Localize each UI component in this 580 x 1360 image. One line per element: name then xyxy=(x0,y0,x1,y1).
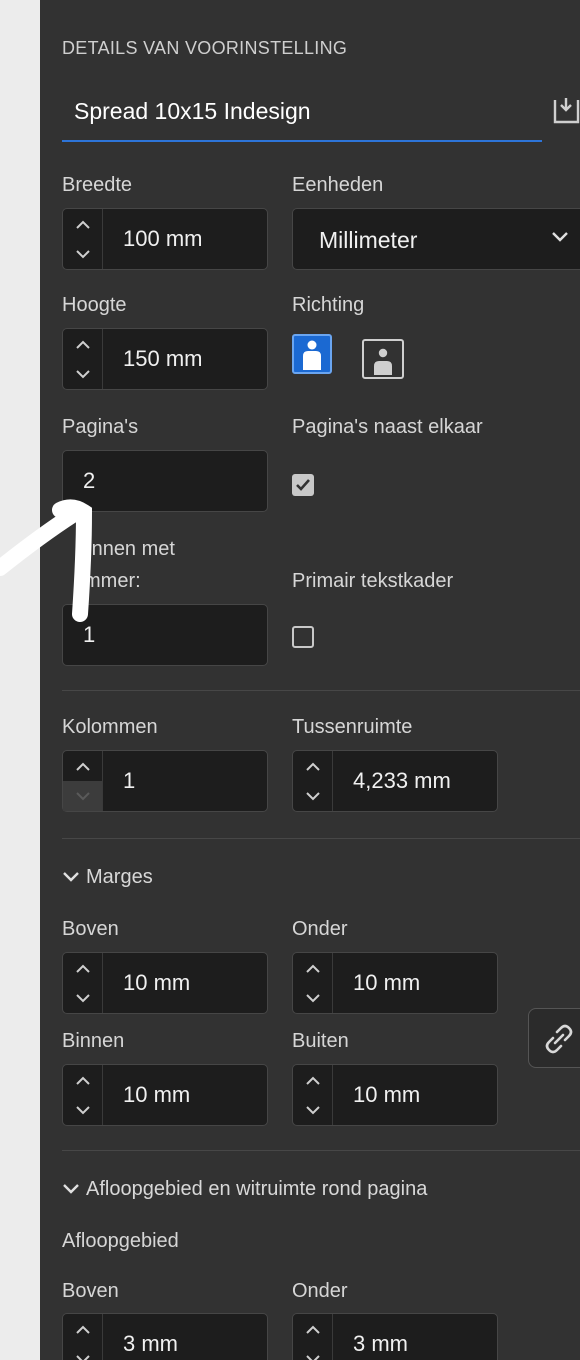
checkmark-icon xyxy=(296,479,310,491)
bleed-label: Afloopgebied xyxy=(62,1230,179,1252)
chevron-up-icon[interactable] xyxy=(63,751,102,781)
chevron-down-icon[interactable] xyxy=(293,781,332,811)
chevron-up-icon[interactable] xyxy=(63,329,102,359)
bleed-top-value: 3 mm xyxy=(123,1331,178,1356)
width-value: 100 mm xyxy=(123,226,203,251)
height-label: Hoogte xyxy=(62,294,127,316)
chevron-down-icon[interactable] xyxy=(63,359,102,389)
chevron-up-icon[interactable] xyxy=(293,1065,332,1095)
margin-top-field[interactable]: 10 mm xyxy=(62,952,268,1014)
bleed-top-label: Boven xyxy=(62,1280,119,1302)
portrait-orientation-button[interactable] xyxy=(292,334,332,374)
height-value: 150 mm xyxy=(123,346,203,371)
margin-bottom-field[interactable]: 10 mm xyxy=(292,952,498,1014)
facing-pages-label: Pagina's naast elkaar xyxy=(292,416,483,438)
margin-inside-field[interactable]: 10 mm xyxy=(62,1064,268,1126)
height-field[interactable]: 150 mm xyxy=(62,328,268,390)
preset-name-input[interactable]: Spread 10x15 Indesign xyxy=(62,78,542,142)
orientation-label: Richting xyxy=(292,294,365,316)
bleed-bottom-field[interactable]: 3 mm xyxy=(292,1313,498,1360)
chevron-up-icon[interactable] xyxy=(293,1314,332,1344)
bleed-bottom-stepper[interactable] xyxy=(293,1314,333,1360)
chevron-down-icon[interactable] xyxy=(63,983,102,1013)
units-value: Millimeter xyxy=(319,227,418,253)
width-field[interactable]: 100 mm xyxy=(62,208,268,270)
margin-top-stepper[interactable] xyxy=(63,953,103,1013)
margins-section-label: Marges xyxy=(86,866,153,888)
gutter-label: Tussenruimte xyxy=(292,716,413,738)
units-label: Eenheden xyxy=(292,174,384,196)
height-stepper[interactable] xyxy=(63,329,103,389)
chevron-up-icon[interactable] xyxy=(293,751,332,781)
facing-pages-checkbox[interactable] xyxy=(292,474,314,496)
chevron-down-icon xyxy=(63,872,79,882)
chevron-up-icon[interactable] xyxy=(293,953,332,983)
margin-bottom-stepper[interactable] xyxy=(293,953,333,1013)
columns-value: 1 xyxy=(123,768,136,793)
margin-bottom-value: 10 mm xyxy=(353,970,421,995)
pages-value: 2 xyxy=(83,468,96,493)
chevron-down-icon xyxy=(552,232,568,242)
margin-outside-value: 10 mm xyxy=(353,1082,421,1107)
chevron-up-icon[interactable] xyxy=(63,1065,102,1095)
gutter-stepper[interactable] xyxy=(293,751,333,811)
portrait-person-icon xyxy=(303,340,321,370)
chevron-down-icon[interactable] xyxy=(63,1344,102,1360)
chevron-down-icon[interactable] xyxy=(63,1095,102,1125)
columns-label: Kolommen xyxy=(62,716,158,738)
chain-link-icon xyxy=(545,1024,573,1054)
panel-title: DETAILS VAN VOORINSTELLING xyxy=(62,38,348,58)
gutter-value: 4,233 mm xyxy=(353,768,451,793)
annotation-arrow-icon xyxy=(0,499,93,622)
preset-name-value: Spread 10x15 Indesign xyxy=(74,98,311,124)
margin-inside-stepper[interactable] xyxy=(63,1065,103,1125)
chevron-up-icon[interactable] xyxy=(63,209,102,239)
chevron-down-icon[interactable] xyxy=(63,239,102,269)
bleed-bottom-label: Onder xyxy=(292,1280,348,1302)
link-margins-button[interactable] xyxy=(528,1008,580,1068)
units-select[interactable]: Millimeter xyxy=(292,208,580,270)
margins-disclosure[interactable]: Marges xyxy=(62,866,153,889)
preset-details-panel: DETAILS VAN VOORINSTELLING Spread 10x15 … xyxy=(40,0,580,1360)
margin-inside-label: Binnen xyxy=(62,1030,125,1052)
pages-label: Pagina's xyxy=(62,416,139,438)
divider xyxy=(62,1150,580,1151)
margin-outside-stepper[interactable] xyxy=(293,1065,333,1125)
chevron-down-icon xyxy=(63,781,102,811)
columns-stepper[interactable] xyxy=(63,751,103,811)
width-stepper[interactable] xyxy=(63,209,103,269)
bleed-disclosure[interactable]: Afloopgebied en witruimte rond pagina xyxy=(62,1178,427,1201)
bleed-top-stepper[interactable] xyxy=(63,1314,103,1360)
bleed-top-field[interactable]: 3 mm xyxy=(62,1313,268,1360)
columns-field[interactable]: 1 xyxy=(62,750,268,812)
landscape-person-icon xyxy=(374,348,392,375)
chevron-up-icon[interactable] xyxy=(63,1314,102,1344)
margin-outside-field[interactable]: 10 mm xyxy=(292,1064,498,1126)
width-label: Breedte xyxy=(62,174,133,196)
margin-top-value: 10 mm xyxy=(123,970,191,995)
chevron-down-icon[interactable] xyxy=(293,983,332,1013)
divider xyxy=(62,838,580,839)
margin-inside-value: 10 mm xyxy=(123,1082,191,1107)
chevron-down-icon xyxy=(63,1184,79,1194)
landscape-orientation-button[interactable] xyxy=(362,339,404,379)
divider xyxy=(62,690,580,691)
primary-text-frame-checkbox[interactable] xyxy=(292,626,314,648)
bleed-section-label: Afloopgebied en witruimte rond pagina xyxy=(86,1178,428,1200)
save-preset-icon[interactable] xyxy=(552,96,580,124)
gutter-field[interactable]: 4,233 mm xyxy=(292,750,498,812)
chevron-down-icon[interactable] xyxy=(293,1095,332,1125)
margin-bottom-label: Onder xyxy=(292,918,348,940)
bleed-bottom-value: 3 mm xyxy=(353,1331,408,1356)
margin-outside-label: Buiten xyxy=(292,1030,349,1052)
primary-text-frame-label: Primair tekstkader xyxy=(292,570,454,592)
chevron-up-icon[interactable] xyxy=(63,953,102,983)
chevron-down-icon[interactable] xyxy=(293,1344,332,1360)
margin-top-label: Boven xyxy=(62,918,119,940)
